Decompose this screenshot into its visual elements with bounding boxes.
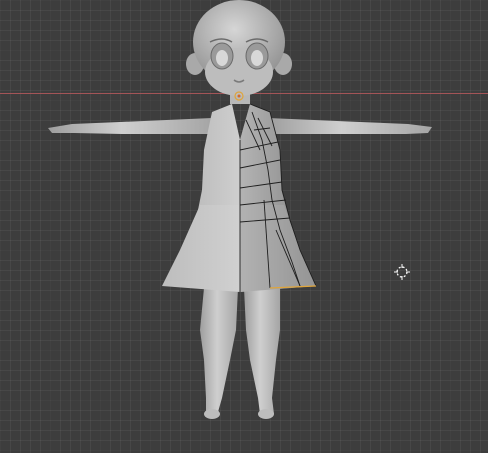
left-foot: [204, 409, 220, 419]
left-leg: [200, 288, 238, 414]
left-arm: [48, 118, 212, 134]
head: [186, 0, 292, 96]
right-arm: [268, 118, 432, 134]
3d-viewport[interactable]: [0, 0, 488, 453]
character-model[interactable]: [0, 0, 488, 453]
right-leg: [244, 288, 280, 414]
right-foot: [258, 409, 274, 419]
3d-cursor-icon[interactable]: [394, 264, 410, 280]
